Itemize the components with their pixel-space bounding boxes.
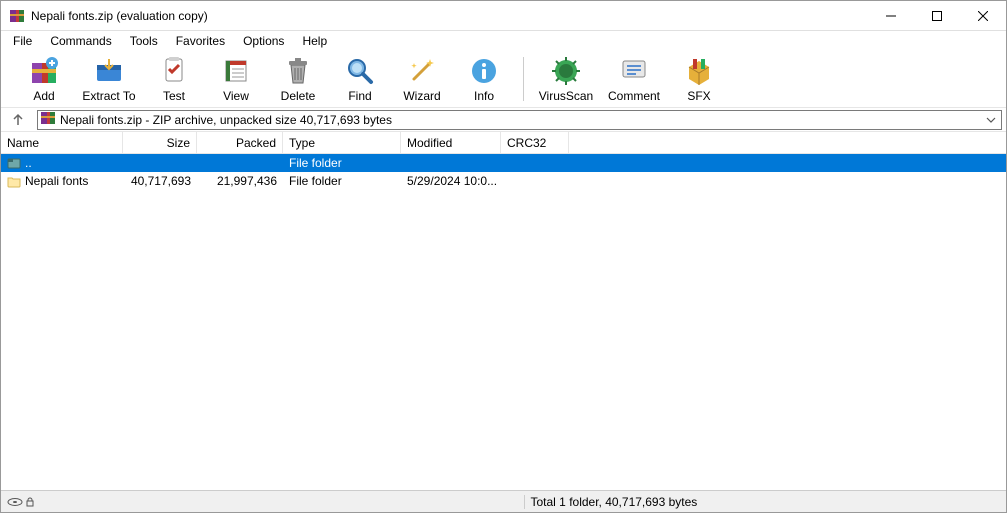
extract-label: Extract To xyxy=(82,89,135,103)
col-crc32[interactable]: CRC32 xyxy=(501,132,569,153)
test-button[interactable]: Test xyxy=(147,55,201,103)
menu-file[interactable]: File xyxy=(5,32,40,50)
sfx-icon xyxy=(683,55,715,87)
titlebar: Nepali fonts.zip (evaluation copy) xyxy=(1,1,1006,31)
virusscan-button[interactable]: VirusScan xyxy=(536,55,596,103)
address-text: Nepali fonts.zip - ZIP archive, unpacked… xyxy=(60,113,392,127)
col-type[interactable]: Type xyxy=(283,132,401,153)
col-packed[interactable]: Packed xyxy=(197,132,283,153)
view-icon xyxy=(220,55,252,87)
find-label: Find xyxy=(348,89,371,103)
column-headers: Name Size Packed Type Modified CRC32 xyxy=(1,132,1006,154)
toolbar-separator xyxy=(523,57,524,101)
archive-icon xyxy=(40,110,56,129)
find-button[interactable]: Find xyxy=(333,55,387,103)
maximize-button[interactable] xyxy=(914,1,960,31)
updir-icon xyxy=(7,156,21,170)
extract-button[interactable]: Extract To xyxy=(79,55,139,103)
extract-icon xyxy=(93,55,125,87)
addressbar: Nepali fonts.zip - ZIP archive, unpacked… xyxy=(1,108,1006,132)
delete-label: Delete xyxy=(281,89,316,103)
toolbar: Add Extract To Test View Delete Find W xyxy=(1,51,1006,108)
add-icon xyxy=(28,55,60,87)
wizard-label: Wizard xyxy=(403,89,440,103)
wizard-icon xyxy=(406,55,438,87)
close-button[interactable] xyxy=(960,1,1006,31)
info-button[interactable]: Info xyxy=(457,55,511,103)
delete-icon xyxy=(282,55,314,87)
comment-button[interactable]: Comment xyxy=(604,55,664,103)
menubar: File Commands Tools Favorites Options He… xyxy=(1,31,1006,51)
address-field[interactable]: Nepali fonts.zip - ZIP archive, unpacked… xyxy=(37,110,1002,130)
folder-icon xyxy=(7,174,21,188)
menu-favorites[interactable]: Favorites xyxy=(168,32,233,50)
add-label: Add xyxy=(33,89,54,103)
info-icon xyxy=(468,55,500,87)
menu-tools[interactable]: Tools xyxy=(122,32,166,50)
test-label: Test xyxy=(163,89,185,103)
comment-icon xyxy=(618,55,650,87)
status-summary: Total 1 folder, 40,717,693 bytes xyxy=(524,495,1007,509)
row-type: File folder xyxy=(283,174,401,188)
app-icon xyxy=(9,8,25,24)
window-title: Nepali fonts.zip (evaluation copy) xyxy=(31,9,208,23)
virusscan-label: VirusScan xyxy=(539,89,593,103)
disk-icon xyxy=(7,497,23,507)
row-size: 40,717,693 xyxy=(123,174,197,188)
row-packed: 21,997,436 xyxy=(197,174,283,188)
view-button[interactable]: View xyxy=(209,55,263,103)
table-row[interactable]: .. File folder xyxy=(1,154,1006,172)
virus-icon xyxy=(550,55,582,87)
address-dropdown[interactable] xyxy=(983,115,999,125)
table-row[interactable]: Nepali fonts 40,717,693 21,997,436 File … xyxy=(1,172,1006,190)
add-button[interactable]: Add xyxy=(17,55,71,103)
delete-button[interactable]: Delete xyxy=(271,55,325,103)
menu-commands[interactable]: Commands xyxy=(42,32,119,50)
lock-icon xyxy=(25,497,35,507)
info-label: Info xyxy=(474,89,494,103)
menu-options[interactable]: Options xyxy=(235,32,292,50)
sfx-label: SFX xyxy=(687,89,710,103)
file-list[interactable]: .. File folder Nepali fonts 40,717,693 2… xyxy=(1,154,1006,490)
test-icon xyxy=(158,55,190,87)
col-name[interactable]: Name xyxy=(1,132,123,153)
col-size[interactable]: Size xyxy=(123,132,197,153)
wizard-button[interactable]: Wizard xyxy=(395,55,449,103)
sfx-button[interactable]: SFX xyxy=(672,55,726,103)
status-indicators xyxy=(1,497,41,507)
menu-help[interactable]: Help xyxy=(294,32,335,50)
row-name: .. xyxy=(25,156,32,170)
comment-label: Comment xyxy=(608,89,660,103)
statusbar: Total 1 folder, 40,717,693 bytes xyxy=(1,490,1006,512)
row-modified: 5/29/2024 10:0... xyxy=(401,174,501,188)
row-type: File folder xyxy=(283,156,401,170)
view-label: View xyxy=(223,89,249,103)
minimize-button[interactable] xyxy=(868,1,914,31)
up-button[interactable] xyxy=(5,110,31,130)
find-icon xyxy=(344,55,376,87)
row-name: Nepali fonts xyxy=(25,174,88,188)
col-modified[interactable]: Modified xyxy=(401,132,501,153)
